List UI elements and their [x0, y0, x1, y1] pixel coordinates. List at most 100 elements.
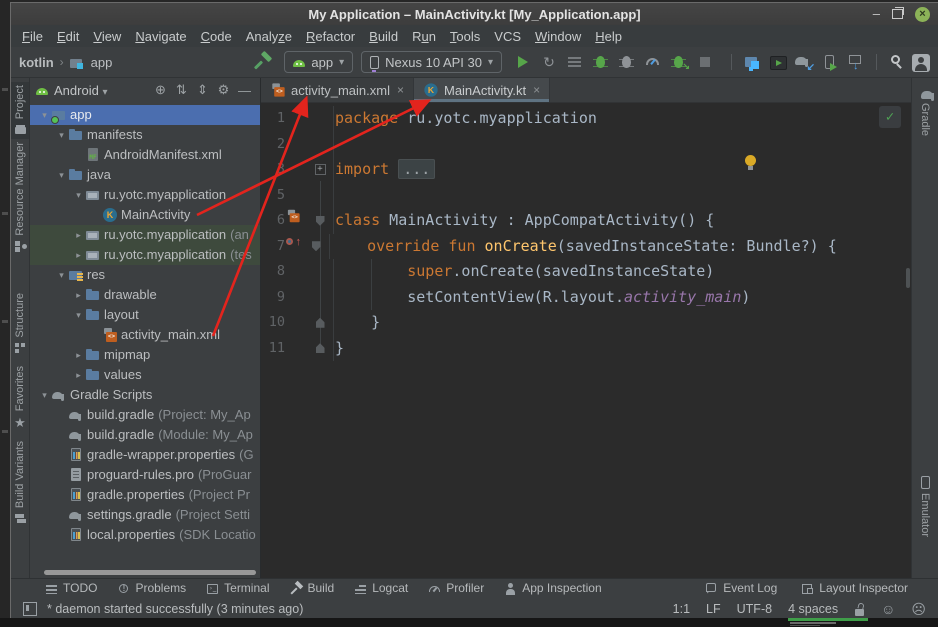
tool-strip-button-resource-manager[interactable]: Resource Manager	[11, 139, 29, 256]
tree-expanded-icon[interactable]: ▾	[38, 385, 51, 405]
project-tree-item[interactable]: gradle-wrapper.properties(G	[30, 445, 260, 465]
line-number[interactable]: 8	[261, 259, 285, 285]
tree-expanded-icon[interactable]: ▾	[55, 125, 68, 145]
toolwindow-button-build[interactable]: Build	[290, 581, 335, 595]
code-line[interactable]: 9 setContentView(R.layout.activity_main)	[261, 285, 911, 311]
fold-marker-icon[interactable]	[316, 216, 325, 226]
code-line[interactable]: 11}	[261, 336, 911, 362]
code-line[interactable]: 3import ...	[261, 157, 911, 183]
toolwindow-button-profiler[interactable]: Profiler	[428, 581, 484, 595]
menu-item-tools[interactable]: Tools	[443, 29, 487, 44]
line-ending-widget[interactable]: LF	[706, 602, 721, 616]
line-number[interactable]: 2	[261, 132, 285, 158]
attach-debugger-button[interactable]: ↘	[668, 52, 690, 72]
apply-code-changes-button[interactable]	[564, 52, 586, 72]
device-file-explorer-button[interactable]	[741, 52, 763, 72]
fold-marker-icon[interactable]	[315, 164, 326, 175]
code-line[interactable]: 2	[261, 132, 911, 158]
avd-manager-button[interactable]	[767, 52, 789, 72]
line-number[interactable]: 10	[261, 310, 285, 336]
menu-item-code[interactable]: Code	[194, 29, 239, 44]
overrides-method-icon[interactable]	[285, 234, 303, 250]
project-tree-item[interactable]: ▾Gradle Scripts	[30, 385, 260, 405]
sad-face-icon[interactable]: ☹	[911, 602, 926, 616]
code-editor[interactable]: 1package ru.yotc.myapplication23import .…	[261, 103, 911, 578]
code-line[interactable]: 5	[261, 183, 911, 209]
expand-all-icon[interactable]: ⇅	[172, 82, 191, 98]
tool-strip-button-project[interactable]: Project	[11, 82, 29, 139]
project-tree-item[interactable]: ▸drawable	[30, 285, 260, 305]
line-number[interactable]: 5	[261, 183, 285, 209]
tool-strip-button-emulator[interactable]: Emulator	[912, 473, 938, 540]
gradle-sync-button[interactable]: ↙	[793, 52, 815, 72]
run-configuration-select[interactable]: app ▾	[284, 51, 353, 73]
apply-changes-button[interactable]: ↻	[538, 52, 560, 72]
tree-collapsed-icon[interactable]: ▸	[72, 245, 85, 265]
build-hammer-button[interactable]	[252, 52, 274, 72]
toolwindow-button-event-log[interactable]: Event Log	[705, 581, 777, 595]
code-line[interactable]: 1package ru.yotc.myapplication	[261, 106, 911, 132]
menu-item-analyze[interactable]: Analyze	[239, 29, 299, 44]
toolwindow-button-logcat[interactable]: Logcat	[354, 581, 408, 595]
related-layout-file-icon[interactable]	[286, 209, 306, 223]
project-tree-item[interactable]: ▾app	[30, 105, 260, 125]
line-number[interactable]: 11	[261, 336, 285, 362]
project-tree-item[interactable]: build.gradle(Project: My_Ap	[30, 405, 260, 425]
tool-strip-button-structure[interactable]: Structure	[11, 290, 29, 358]
project-tree-item[interactable]: ▾java	[30, 165, 260, 185]
project-tree-item[interactable]: ▸ru.yotc.myapplication(an	[30, 225, 260, 245]
project-tree-item[interactable]: proguard-rules.pro(ProGuar	[30, 465, 260, 485]
tree-collapsed-icon[interactable]: ▸	[72, 225, 85, 245]
collapse-all-icon[interactable]: ⇕	[193, 82, 212, 98]
fold-marker-icon[interactable]	[312, 241, 321, 251]
lock-open-icon[interactable]	[854, 603, 865, 616]
project-tree-item[interactable]: build.gradle(Module: My_Ap	[30, 425, 260, 445]
toolwindow-button-todo[interactable]: TODO	[45, 581, 97, 595]
title-bar[interactable]: My Application – MainActivity.kt [My_App…	[11, 3, 938, 25]
code-line[interactable]: 10 }	[261, 310, 911, 336]
caret-position-widget[interactable]: 1:1	[673, 602, 690, 616]
project-tree-item[interactable]: AndroidManifest.xml	[30, 145, 260, 165]
project-tree-item[interactable]: ▾manifests	[30, 125, 260, 145]
code-line[interactable]: 8 super.onCreate(savedInstanceState)	[261, 259, 911, 285]
project-tree-item[interactable]: local.properties(SDK Locatio	[30, 525, 260, 545]
tool-strip-button-build-variants[interactable]: Build Variants	[11, 438, 29, 528]
vertical-scrollbar[interactable]	[906, 268, 910, 288]
tab-mainactivity.kt[interactable]: MainActivity.kt×	[414, 78, 550, 102]
fold-marker-icon[interactable]	[316, 343, 325, 353]
project-tree-item[interactable]: settings.gradle(Project Setti	[30, 505, 260, 525]
project-tree-item[interactable]: ▸mipmap	[30, 345, 260, 365]
project-tree-item[interactable]: ▾res	[30, 265, 260, 285]
tree-expanded-icon[interactable]: ▾	[55, 165, 68, 185]
toolwindow-button-terminal[interactable]: Terminal	[206, 581, 269, 595]
menu-item-edit[interactable]: Edit	[50, 29, 86, 44]
line-number[interactable]: 1	[261, 106, 285, 132]
indent-widget[interactable]: 4 spaces	[788, 602, 838, 616]
restore-button[interactable]	[892, 9, 903, 19]
menu-item-view[interactable]: View	[86, 29, 128, 44]
encoding-widget[interactable]: UTF-8	[737, 602, 772, 616]
breadcrumb-project[interactable]: kotlin	[19, 55, 54, 70]
horizontal-scrollbar[interactable]	[44, 570, 256, 575]
inspections-ok-icon[interactable]: ✓	[879, 106, 901, 128]
debug-button[interactable]	[590, 52, 612, 72]
breadcrumb-module[interactable]: app	[91, 55, 113, 70]
toolwindow-button-problems[interactable]: Problems	[117, 581, 186, 595]
status-message[interactable]: * daemon started successfully (3 minutes…	[47, 602, 663, 616]
project-tree-item[interactable]: ▾ru.yotc.myapplication	[30, 185, 260, 205]
minimize-button[interactable]: –	[873, 9, 880, 19]
project-tree-item[interactable]: ▸ru.yotc.myapplication(tes	[30, 245, 260, 265]
happy-face-icon[interactable]: ☺	[881, 602, 895, 616]
tool-strip-button-favorites[interactable]: Favorites★	[11, 363, 29, 431]
line-number[interactable]: 3	[261, 157, 285, 183]
tree-expanded-icon[interactable]: ▾	[72, 185, 85, 205]
menu-item-build[interactable]: Build	[362, 29, 405, 44]
tree-expanded-icon[interactable]: ▾	[38, 105, 51, 125]
tool-strip-button-gradle[interactable]: Gradle	[912, 83, 938, 139]
tree-collapsed-icon[interactable]: ▸	[72, 285, 85, 305]
hide-panel-icon[interactable]: —	[235, 83, 254, 98]
settings-gear-icon[interactable]: ⚙	[214, 82, 233, 98]
tab-activity_main.xml[interactable]: activity_main.xml×	[261, 78, 414, 102]
sdk-manager-button[interactable]	[845, 52, 867, 72]
project-tree-item[interactable]: ▾layout	[30, 305, 260, 325]
